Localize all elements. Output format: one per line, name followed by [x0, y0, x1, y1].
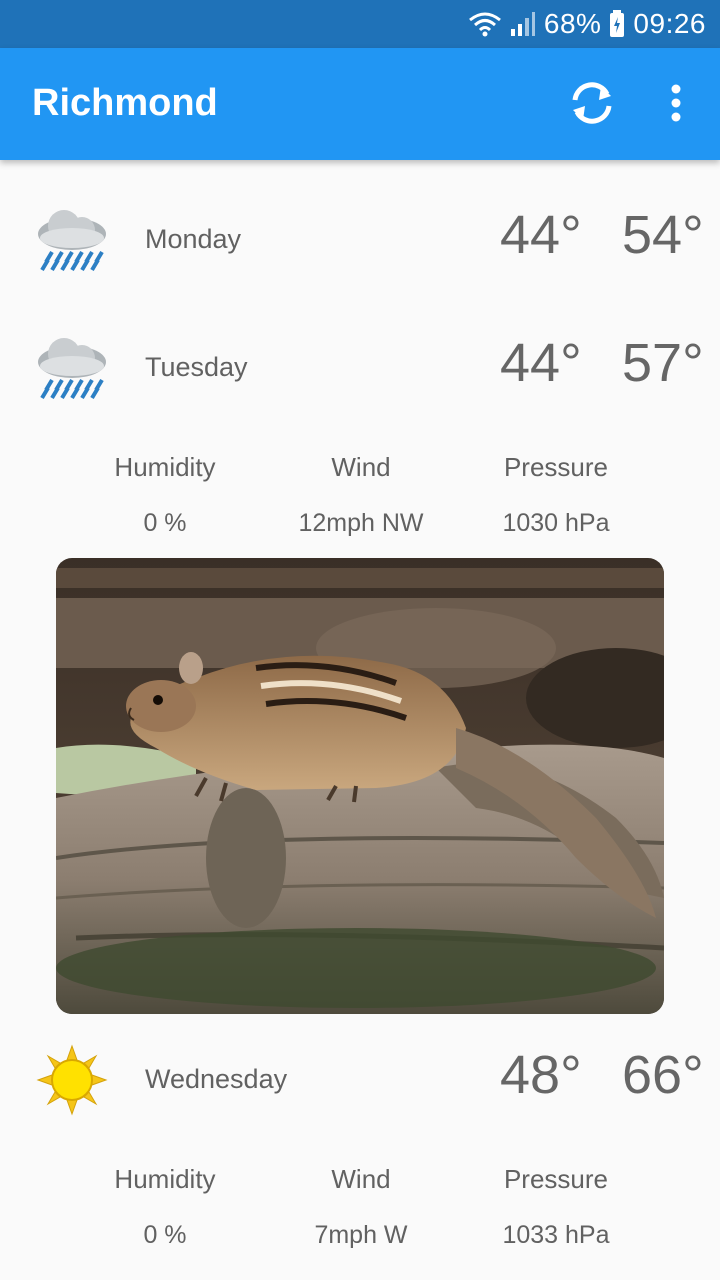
low-temp: 48° — [500, 1045, 582, 1105]
pressure-label: Pressure — [503, 1164, 609, 1194]
pressure-value: 1030 hPa — [502, 509, 610, 537]
details-wednesday: Humidity 0 % Wind 7mph W Pressure 1033 h… — [0, 1164, 720, 1274]
day-name: Tuesday — [145, 352, 248, 382]
humidity-value: 0 % — [143, 1221, 187, 1249]
forecast-row-monday[interactable]: Monday 44° 54° — [0, 190, 720, 290]
day-name: Wednesday — [145, 1064, 288, 1094]
app-bar: Richmond — [0, 48, 720, 160]
day-name: Monday — [145, 224, 242, 254]
humidity-label: Humidity — [114, 452, 216, 482]
sun-icon — [36, 1044, 108, 1116]
wind-value: 12mph NW — [298, 509, 424, 537]
details-tuesday: Humidity 0 % Wind 12mph NW Pressure 1030… — [0, 452, 720, 562]
status-bar: 68% 09:26 — [0, 0, 720, 48]
more-options-icon[interactable] — [664, 78, 688, 128]
city-title: Richmond — [32, 82, 218, 124]
wind-label: Wind — [331, 452, 391, 482]
high-temp: 66° — [622, 1045, 704, 1105]
high-temp: 54° — [622, 205, 704, 265]
low-temp: 44° — [500, 205, 582, 265]
battery-percent: 68% — [543, 8, 602, 39]
pressure-label: Pressure — [503, 452, 609, 482]
wind-block: Wind 7mph W — [251, 1164, 471, 1250]
refresh-icon[interactable] — [567, 78, 617, 128]
high-temp: 57° — [622, 333, 704, 393]
signal-icon — [510, 12, 535, 36]
humidity-label: Humidity — [114, 1164, 216, 1194]
pressure-block: Pressure 1033 hPa — [446, 1164, 666, 1250]
humidity-value: 0 % — [143, 509, 187, 537]
rain-cloud-icon — [38, 338, 106, 400]
weather-photo — [56, 558, 664, 1014]
forecast-row-tuesday[interactable]: Tuesday 44° 57° — [0, 318, 720, 418]
pressure-value: 1033 hPa — [502, 1221, 610, 1249]
low-temp: 44° — [500, 333, 582, 393]
humidity-block: Humidity 0 % — [55, 1164, 275, 1250]
forecast-row-wednesday[interactable]: Wednesday 48° 66° — [0, 1030, 720, 1130]
humidity-block: Humidity 0 % — [55, 452, 275, 538]
wifi-icon — [468, 12, 501, 37]
wind-label: Wind — [331, 1164, 391, 1194]
wind-value: 7mph W — [314, 1221, 408, 1249]
wind-block: Wind 12mph NW — [251, 452, 471, 538]
pressure-block: Pressure 1030 hPa — [446, 452, 666, 538]
clock: 09:26 — [633, 8, 706, 39]
battery-icon — [610, 10, 625, 37]
rain-cloud-icon — [38, 210, 106, 272]
